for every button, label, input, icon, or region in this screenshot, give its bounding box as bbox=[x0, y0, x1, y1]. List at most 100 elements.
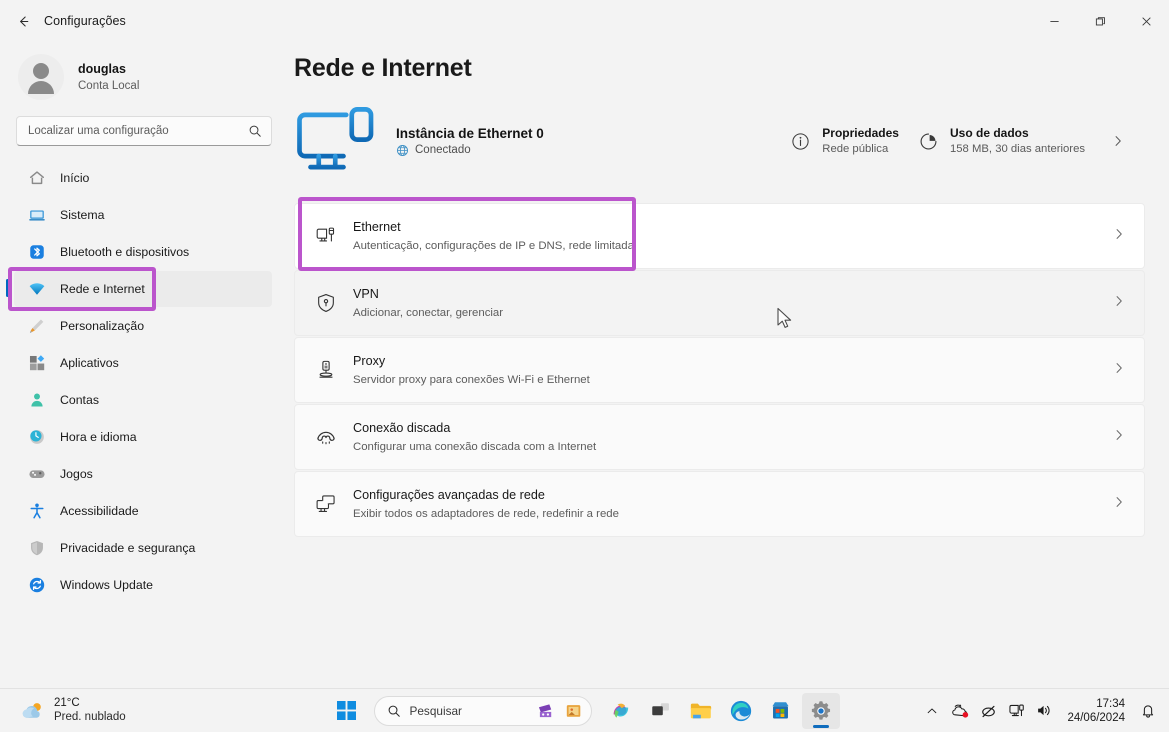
sidebar-item-acessibilidade[interactable]: Acessibilidade bbox=[14, 493, 272, 529]
taskbar: 21°C Pred. nublado Pesquisar 17:34 24/06… bbox=[0, 688, 1169, 732]
card-vpn[interactable]: VPN Adicionar, conectar, gerenciar bbox=[294, 270, 1145, 336]
edge-icon bbox=[729, 699, 753, 723]
weather-widget[interactable]: 21°C Pred. nublado bbox=[12, 693, 134, 728]
taskbar-microsoft-store[interactable] bbox=[762, 693, 800, 729]
settings-search-box[interactable] bbox=[16, 116, 272, 146]
search-icon bbox=[249, 125, 261, 137]
apps-icon bbox=[28, 354, 46, 372]
ethernet-tray-icon[interactable] bbox=[1003, 695, 1029, 727]
sidebar-item-windows-update[interactable]: Windows Update bbox=[14, 567, 272, 603]
sidebar-item-bluetooth-e-dispositivos[interactable]: Bluetooth e dispositivos bbox=[14, 234, 272, 270]
chevron-right-icon bbox=[1111, 134, 1125, 148]
account-block[interactable]: douglas Conta Local bbox=[14, 42, 272, 116]
sidebar-item-privacidade-e-seguran-a[interactable]: Privacidade e segurança bbox=[14, 530, 272, 566]
start-button[interactable] bbox=[330, 694, 364, 728]
copilot-icon bbox=[609, 699, 633, 723]
window-body: douglas Conta Local Início Sistema Bluetoo… bbox=[0, 42, 1169, 688]
proxy-icon bbox=[311, 359, 341, 381]
network-name: Instância de Ethernet 0 bbox=[396, 125, 544, 141]
sidebar-item-label: Rede e Internet bbox=[60, 282, 145, 296]
main-content: Rede e Internet Instância de Ethernet 0 … bbox=[290, 42, 1169, 688]
chevron-right-icon bbox=[1112, 428, 1126, 447]
taskbar-search-label: Pesquisar bbox=[409, 703, 462, 718]
taskbar-task-view[interactable] bbox=[642, 693, 680, 729]
chevron-right-icon bbox=[1112, 495, 1126, 514]
search-input[interactable] bbox=[28, 125, 248, 137]
sidebar-item-sistema[interactable]: Sistema bbox=[14, 197, 272, 233]
taskbar-search-box[interactable]: Pesquisar bbox=[373, 695, 592, 726]
card-ethernet[interactable]: Ethernet Autenticação, configurações de I… bbox=[294, 203, 1145, 269]
card-subtitle: Adicionar, conectar, gerenciar bbox=[353, 306, 504, 319]
page-title: Rede e Internet bbox=[294, 54, 472, 82]
weather-temperature: 21°C bbox=[54, 697, 80, 709]
home-icon bbox=[28, 169, 46, 187]
taskbar-copilot[interactable] bbox=[602, 693, 640, 729]
monitor-ethernet-icon bbox=[297, 107, 374, 173]
sidebar-item-aplicativos[interactable]: Aplicativos bbox=[14, 345, 272, 381]
windows-start-icon bbox=[337, 701, 356, 720]
settings-card-list: Ethernet Autenticação, configurações de I… bbox=[294, 197, 1145, 538]
taskbar-center: Pesquisar bbox=[330, 692, 840, 729]
taskbar-edge[interactable] bbox=[722, 693, 760, 729]
network-status-left: Instância de Ethernet 0 Conectado bbox=[294, 97, 544, 185]
card-subtitle: Exibir todos os adaptadores de rede, red… bbox=[353, 507, 619, 520]
volume-icon[interactable] bbox=[1031, 695, 1057, 727]
status-action-subtitle: 158 MB, 30 dias anteriores bbox=[949, 143, 1085, 155]
bluetooth-icon bbox=[28, 243, 46, 261]
bell-icon[interactable] bbox=[1135, 695, 1161, 727]
sidebar-item-label: Sistema bbox=[60, 208, 105, 222]
globe-icon bbox=[397, 144, 408, 156]
status-action-subtitle: Rede pública bbox=[822, 143, 889, 155]
dialup-phone-icon bbox=[311, 426, 341, 448]
taskbar-settings-gear[interactable] bbox=[801, 692, 840, 729]
shield-icon bbox=[28, 539, 46, 557]
file-explorer-icon bbox=[689, 699, 713, 722]
card-subtitle: Autenticação, configurações de IP e DNS,… bbox=[353, 239, 634, 252]
paintbrush-icon bbox=[28, 317, 46, 335]
taskbar-clock[interactable]: 17:34 24/06/2024 bbox=[1059, 697, 1133, 725]
window-title: Configurações bbox=[44, 14, 126, 28]
accessibility-icon bbox=[28, 502, 46, 520]
search-icon bbox=[388, 705, 400, 717]
restore-icon bbox=[1095, 16, 1105, 25]
info-icon bbox=[791, 132, 810, 151]
avatar bbox=[18, 54, 64, 100]
sidebar: douglas Conta Local Início Sistema Bluetoo… bbox=[0, 42, 290, 688]
sidebar-item-personaliza-o[interactable]: Personalização bbox=[14, 308, 272, 344]
settings-window: Configurações douglas Conta Local Locali… bbox=[0, 0, 1169, 732]
restore-button[interactable] bbox=[1077, 0, 1123, 42]
advanced-network-icon bbox=[311, 493, 341, 515]
sidebar-item-label: Personalização bbox=[60, 319, 145, 333]
sidebar-item-rede-e-internet[interactable]: Rede e Internet bbox=[6, 271, 272, 307]
network-state: Conectado bbox=[396, 144, 544, 157]
settings-gear-icon bbox=[809, 699, 833, 723]
arrow-left-icon bbox=[19, 15, 28, 27]
clipchamp-icon[interactable] bbox=[537, 702, 556, 719]
taskbar-file-explorer[interactable] bbox=[682, 693, 720, 729]
back-button[interactable] bbox=[6, 6, 40, 36]
no-entry-icon[interactable] bbox=[975, 695, 1001, 727]
sidebar-item-label: Hora e idioma bbox=[60, 430, 137, 444]
status-action-propriedades[interactable]: Propriedades Rede pública bbox=[781, 117, 909, 165]
account-name: douglas bbox=[78, 61, 126, 76]
onedrive-sync-icon[interactable] bbox=[947, 695, 973, 727]
ethernet-icon bbox=[311, 225, 341, 247]
card-proxy[interactable]: Proxy Servidor proxy para conexões Wi-Fi … bbox=[294, 337, 1145, 403]
close-button[interactable] bbox=[1123, 0, 1169, 42]
taskbar-apps bbox=[602, 692, 840, 729]
sidebar-item-contas[interactable]: Contas bbox=[14, 382, 272, 418]
sidebar-item-label: Privacidade e segurança bbox=[60, 541, 196, 555]
sidebar-item-in-cio[interactable]: Início bbox=[14, 160, 272, 196]
network-state-label: Conectado bbox=[415, 144, 471, 156]
chevron-up-icon[interactable] bbox=[919, 695, 945, 727]
sidebar-item-hora-e-idioma[interactable]: Hora e idioma bbox=[14, 419, 272, 455]
microsoft-store-icon bbox=[769, 699, 792, 722]
minimize-button[interactable] bbox=[1031, 0, 1077, 42]
card-conex-o-discada[interactable]: Conexão discada Configurar uma conexão di… bbox=[294, 404, 1145, 470]
account-type: Conta Local bbox=[78, 79, 140, 92]
photos-icon[interactable] bbox=[565, 702, 583, 719]
sidebar-item-jogos[interactable]: Jogos bbox=[14, 456, 272, 492]
card-configura-es-avan-adas-de-rede[interactable]: Configurações avançadas de rede Exibir to… bbox=[294, 471, 1145, 537]
status-action-uso-de-dados[interactable]: Uso de dados 158 MB, 30 dias anteriores bbox=[909, 117, 1135, 165]
data-usage-pie-icon bbox=[919, 132, 938, 151]
